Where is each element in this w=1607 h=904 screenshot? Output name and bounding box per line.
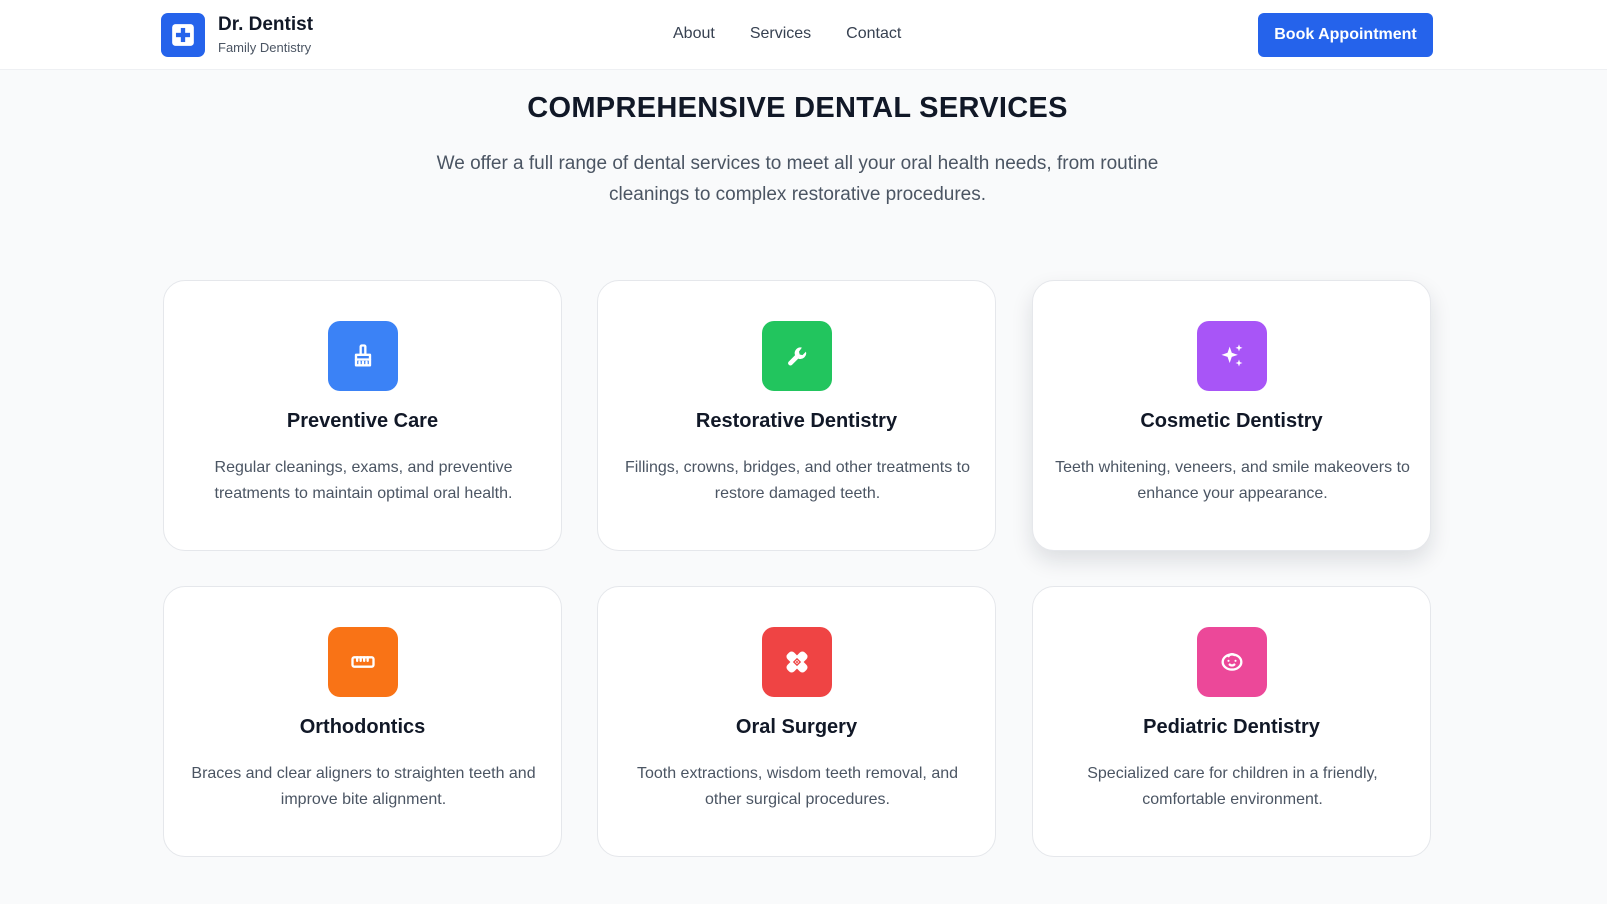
service-description: Fillings, crowns, bridges, and other tre… [624,459,971,502]
wrench-icon [762,321,832,391]
service-description: Regular cleanings, exams, and preventive… [214,459,513,502]
main-nav: About Services Contact [673,24,901,44]
brand[interactable]: Dr. Dentist Family Dentistry [161,13,313,57]
service-description: Tooth extractions, wisdom teeth removal,… [636,765,959,808]
service-card-orthodontics[interactable]: Orthodontics Braces and clear aligners t… [163,586,562,857]
baby-face-icon [1197,627,1267,697]
section-subtitle: We offer a full range of dental services… [436,153,1159,205]
section-title: COMPREHENSIVE DENTAL SERVICES [527,92,1068,124]
service-title: Preventive Care [286,410,439,432]
service-title: Oral Surgery [735,716,858,738]
nav-link-contact[interactable]: Contact [846,24,901,44]
service-card-oral-surgery[interactable]: Oral Surgery Tooth extractions, wisdom t… [597,586,996,857]
sparkles-icon [1197,321,1267,391]
nav-link-services[interactable]: Services [750,24,811,44]
service-title: Restorative Dentistry [695,410,898,432]
brand-name: Dr. Dentist [218,14,314,35]
service-title: Orthodontics [299,716,426,738]
ruler-icon [328,627,398,697]
service-description: Specialized care for children in a frien… [1087,765,1378,808]
service-title: Pediatric Dentistry [1143,716,1320,738]
service-card-restorative-dentistry[interactable]: Restorative Dentistry Fillings, crowns, … [597,280,996,551]
service-card-pediatric-dentistry[interactable]: Pediatric Dentistry Specialized care for… [1032,586,1431,857]
book-appointment-button[interactable]: Book Appointment [1258,13,1433,57]
service-description: Teeth whitening, veneers, and smile make… [1055,459,1410,502]
medical-cross-icon [161,13,205,57]
site-header: Dr. Dentist Family Dentistry About Servi… [0,0,1607,70]
bandage-icon [762,627,832,697]
nav-link-about[interactable]: About [673,24,715,44]
brush-icon [328,321,398,391]
brand-tagline: Family Dentistry [218,40,312,55]
service-title: Cosmetic Dentistry [1140,410,1323,432]
service-card-preventive-care[interactable]: Preventive Care Regular cleanings, exams… [163,280,562,551]
service-card-cosmetic-dentistry[interactable]: Cosmetic Dentistry Teeth whitening, vene… [1032,280,1431,551]
service-description: Braces and clear aligners to straighten … [191,765,536,808]
